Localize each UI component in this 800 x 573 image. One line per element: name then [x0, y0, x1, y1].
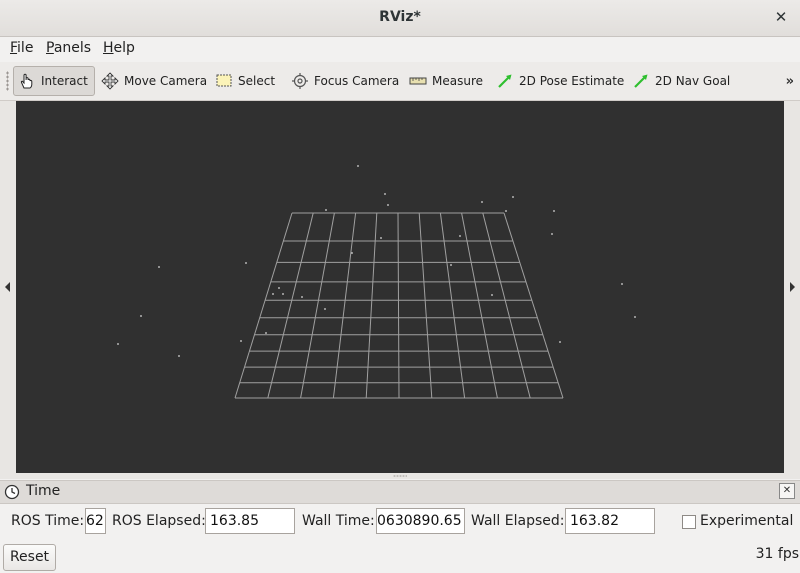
title-bar: RViz* ✕	[0, 0, 800, 37]
tool-select[interactable]: Select	[211, 66, 279, 96]
tool-interact-label: Interact	[41, 74, 88, 88]
panel-splitter[interactable]	[0, 473, 800, 479]
time-panel-title: Time	[26, 483, 61, 499]
ros-elapsed-field[interactable]: 163.85	[205, 508, 295, 534]
ros-time-label: ROS Time:	[11, 513, 85, 529]
point-cloud-point	[351, 252, 353, 254]
tool-select-label: Select	[238, 74, 276, 88]
time-row: ROS Time: 62 ROS Elapsed: 163.85 Wall Ti…	[0, 507, 800, 537]
point-cloud-point	[357, 165, 359, 167]
point-cloud-point	[178, 355, 180, 357]
point-cloud-point	[278, 287, 280, 289]
point-cloud-point	[491, 294, 493, 296]
tool-focus-camera[interactable]: Focus Camera	[287, 66, 403, 96]
point-cloud-point	[553, 210, 555, 212]
menu-help-label: elp	[113, 40, 135, 56]
menu-help-mnemonic: H	[103, 40, 114, 56]
point-cloud-point	[140, 315, 142, 317]
wall-elapsed-field[interactable]: 163.82	[565, 508, 655, 534]
focus-camera-icon	[292, 73, 308, 89]
time-panel-header: Time ✕	[0, 480, 800, 504]
tool-bar: Interact Move Camera Select Focus Camera…	[0, 62, 800, 101]
clock-icon	[4, 484, 20, 500]
point-cloud-point	[459, 235, 461, 237]
splitter-grip	[393, 475, 407, 477]
point-cloud-point	[240, 340, 242, 342]
point-cloud-point	[324, 308, 326, 310]
tool-focus-camera-label: Focus Camera	[314, 74, 400, 88]
green-arrow-icon	[498, 74, 512, 88]
viewport-area	[0, 101, 800, 473]
wall-time-field[interactable]: 0630890.65	[376, 508, 465, 534]
tool-move-camera[interactable]: Move Camera	[97, 66, 211, 96]
menu-panels[interactable]: Panels	[46, 40, 91, 56]
hand-icon	[20, 73, 33, 89]
menu-panels-label: anels	[53, 40, 92, 56]
3d-viewport[interactable]	[16, 101, 784, 473]
experimental-checkbox[interactable]	[682, 515, 696, 529]
grid-line-v	[234, 212, 293, 399]
reset-button[interactable]: Reset	[3, 544, 56, 571]
point-cloud-point	[245, 262, 247, 264]
point-cloud-point	[387, 204, 389, 206]
point-cloud-point	[272, 293, 274, 295]
ros-elapsed-label: ROS Elapsed:	[112, 513, 206, 529]
menu-panels-mnemonic: P	[46, 40, 54, 56]
tool-measure-label: Measure	[432, 74, 483, 88]
point-cloud-point	[559, 341, 561, 343]
close-window-button[interactable]: ✕	[772, 8, 790, 26]
triangle-left-icon	[5, 282, 10, 292]
window-title: RViz*	[379, 9, 421, 25]
tool-2d-nav-goal-label: 2D Nav Goal	[655, 74, 731, 88]
time-panel-close-button[interactable]: ✕	[779, 483, 795, 499]
point-cloud-point	[380, 237, 382, 239]
point-cloud-point	[282, 293, 284, 295]
point-cloud-point	[325, 209, 327, 211]
tool-move-camera-label: Move Camera	[124, 74, 208, 88]
ros-time-field[interactable]: 62	[85, 508, 106, 534]
point-cloud-point	[551, 233, 553, 235]
menu-file-mnemonic: F	[10, 40, 18, 56]
toolbar-overflow-button[interactable]: »	[786, 74, 794, 89]
point-cloud-point	[158, 266, 160, 268]
point-cloud-point	[512, 196, 514, 198]
wall-elapsed-label: Wall Elapsed:	[471, 513, 565, 529]
ruler-icon	[409, 77, 427, 85]
move-camera-icon	[101, 72, 119, 90]
point-cloud-point	[621, 283, 623, 285]
menu-file[interactable]: File	[10, 40, 33, 56]
green-arrow-icon	[634, 74, 648, 88]
point-cloud-point	[265, 332, 267, 334]
tool-interact[interactable]: Interact	[13, 66, 95, 96]
tool-2d-pose-estimate[interactable]: 2D Pose Estimate	[492, 66, 628, 96]
triangle-right-icon	[790, 282, 795, 292]
select-icon	[216, 74, 232, 87]
point-cloud-point	[634, 316, 636, 318]
tool-2d-nav-goal[interactable]: 2D Nav Goal	[628, 66, 734, 96]
right-dock-toggle[interactable]	[785, 101, 799, 473]
menu-bar: File Panels Help	[0, 37, 800, 61]
point-cloud-point	[450, 264, 452, 266]
menu-help[interactable]: Help	[103, 40, 135, 56]
menu-file-label: ile	[17, 40, 34, 56]
tool-2d-pose-estimate-label: 2D Pose Estimate	[519, 74, 625, 88]
ground-grid	[117, 165, 636, 399]
point-cloud-point	[117, 343, 119, 345]
point-cloud-point	[505, 210, 507, 212]
toolbar-grip[interactable]	[6, 71, 9, 91]
grid-line-v	[503, 212, 564, 399]
tool-measure[interactable]: Measure	[405, 66, 487, 96]
point-cloud-point	[481, 201, 483, 203]
fps-counter: 31 fps	[755, 546, 799, 562]
left-dock-toggle[interactable]	[1, 101, 15, 473]
experimental-label: Experimental	[700, 513, 794, 529]
point-cloud-point	[301, 296, 303, 298]
point-cloud-point	[384, 193, 386, 195]
wall-time-label: Wall Time:	[302, 513, 375, 529]
